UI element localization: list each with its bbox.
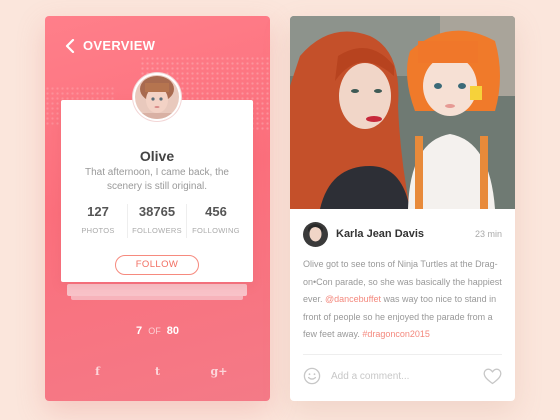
- post-text: Olive got to see tons of Ninja Turtles a…: [303, 256, 502, 344]
- author-name[interactable]: Karla Jean Davis: [336, 228, 475, 240]
- page-title: OVERVIEW: [83, 38, 156, 53]
- stat-value: 456: [205, 204, 227, 219]
- mention-link[interactable]: @dancebuffet: [325, 294, 381, 304]
- comment-row: [303, 366, 502, 386]
- profile-name: Olive: [139, 148, 175, 164]
- google-plus-icon[interactable]: g+: [211, 365, 228, 378]
- profile-card: Olive That afternoon, I came back, the s…: [61, 100, 253, 282]
- author-avatar[interactable]: [303, 221, 328, 247]
- stat-following[interactable]: 456 FOLLOWING: [187, 204, 245, 238]
- twitter-icon[interactable]: t: [151, 365, 165, 378]
- comment-input[interactable]: [329, 369, 483, 383]
- post-card: Karla Jean Davis 23 min Olive got to see…: [290, 16, 515, 401]
- pager-current: 7: [136, 325, 143, 337]
- pager-total: 80: [166, 325, 179, 337]
- profile-bio: That afternoon, I came back, the scenery…: [85, 167, 229, 192]
- heart-icon[interactable]: [483, 368, 502, 385]
- social-links: f t g+: [45, 365, 270, 378]
- profile-avatar[interactable]: [133, 73, 181, 121]
- pager: 7 OF 80: [45, 325, 270, 337]
- hashtag-link[interactable]: #dragoncon2015: [362, 329, 430, 339]
- smile-icon[interactable]: [303, 367, 321, 385]
- stat-value: 38765: [138, 204, 176, 219]
- stat-label: FOLLOWING: [192, 226, 240, 235]
- follow-button[interactable]: FOLLOW: [115, 255, 199, 275]
- stat-followers[interactable]: 38765 FOLLOWERS: [128, 204, 187, 238]
- chevron-left-icon: [65, 38, 75, 53]
- card-stack-shadow: [67, 284, 247, 296]
- post-photo[interactable]: [290, 16, 515, 209]
- stat-value: 127: [87, 204, 109, 219]
- stat-label: FOLLOWERS: [132, 226, 182, 235]
- divider: [303, 354, 502, 355]
- pager-of: OF: [148, 326, 161, 336]
- post-author-row: Karla Jean Davis 23 min: [303, 221, 502, 247]
- stat-label: PHOTOS: [81, 226, 115, 235]
- facebook-icon[interactable]: f: [91, 365, 105, 378]
- post-timestamp: 23 min: [474, 229, 502, 239]
- stat-photos[interactable]: 127 PHOTOS: [69, 204, 128, 238]
- back-button[interactable]: OVERVIEW: [65, 38, 155, 53]
- overview-card: OVERVIEW Olive That afternoon, I came ba…: [45, 16, 270, 401]
- profile-stats: 127 PHOTOS 38765 FOLLOWERS 456 FOLLOWING: [69, 204, 245, 238]
